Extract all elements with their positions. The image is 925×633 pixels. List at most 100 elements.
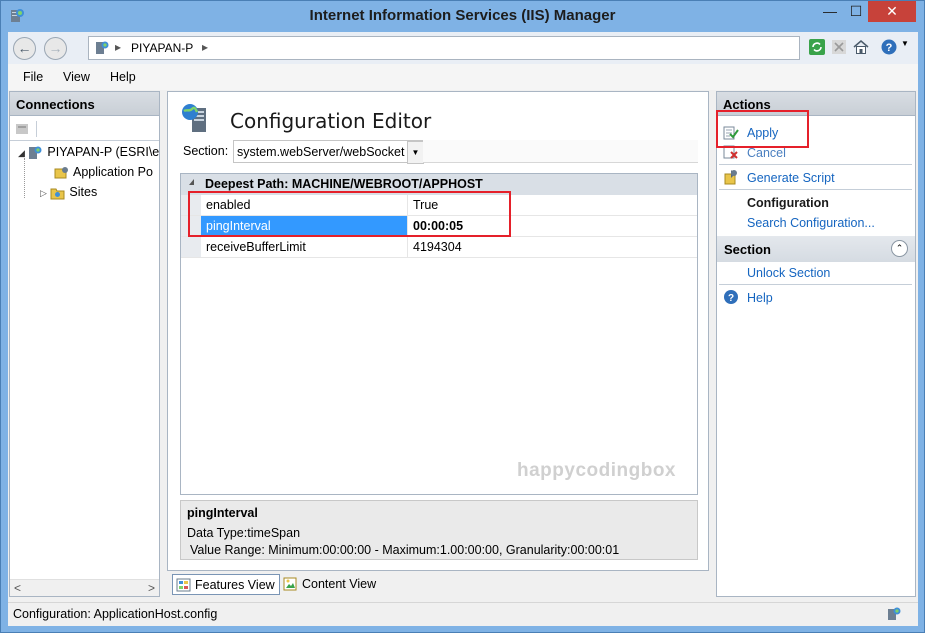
details-title: pingInterval bbox=[187, 506, 258, 520]
property-value[interactable]: 4194304 bbox=[409, 237, 697, 257]
tree-label-app-pools: Application Po bbox=[73, 165, 153, 179]
section-group-title: Section bbox=[724, 242, 771, 257]
stop-icon[interactable] bbox=[830, 38, 848, 56]
tree-guide-line bbox=[24, 158, 25, 198]
collapse-icon[interactable]: ⌃ bbox=[891, 240, 908, 257]
minimize-button[interactable]: — bbox=[817, 1, 843, 22]
scroll-right-icon[interactable]: > bbox=[148, 581, 155, 595]
status-text: Configuration: ApplicationHost.config bbox=[13, 607, 218, 621]
cancel-icon bbox=[723, 145, 738, 159]
page-title: Configuration Editor bbox=[230, 109, 432, 133]
connections-toolbar bbox=[10, 117, 159, 141]
svg-text:?: ? bbox=[728, 293, 734, 304]
actions-divider bbox=[719, 164, 912, 165]
section-dropdown-value: system.webServer/webSocket bbox=[237, 145, 405, 159]
details-data-type: Data Type:timeSpan bbox=[187, 526, 301, 540]
grid-row-ping-interval[interactable]: pingInterval 00:00:05 bbox=[181, 216, 697, 237]
tree-label-sites: Sites bbox=[69, 185, 98, 199]
tab-content-view[interactable]: Content View bbox=[280, 574, 380, 595]
help-action[interactable]: Help bbox=[747, 291, 773, 305]
tab-features-view[interactable]: Features View bbox=[172, 574, 280, 595]
features-view-icon bbox=[176, 578, 191, 592]
breadcrumb-separator: ▸ bbox=[115, 40, 122, 54]
property-value[interactable]: True bbox=[409, 195, 697, 215]
expand-arrow-icon[interactable]: ▷ bbox=[40, 188, 47, 198]
actions-panel: Actions Apply Cancel Generate Script Con… bbox=[716, 91, 916, 597]
grid-gutter bbox=[181, 195, 201, 215]
configuration-editor-icon bbox=[182, 104, 206, 132]
breadcrumb-separator[interactable]: ▸ bbox=[202, 40, 208, 54]
server-status-icon bbox=[888, 607, 901, 620]
tab-content-label: Content View bbox=[302, 577, 377, 591]
apply-icon bbox=[723, 126, 739, 140]
grid-gutter bbox=[181, 216, 201, 236]
grid-row-enabled[interactable]: enabled True bbox=[181, 195, 697, 216]
menu-file[interactable]: File bbox=[23, 70, 43, 84]
chevron-down-icon[interactable]: ▼ bbox=[407, 141, 424, 164]
property-name: receiveBufferLimit bbox=[201, 237, 408, 257]
tree-node-sites[interactable]: ▷ Sites bbox=[40, 185, 97, 200]
help-dropdown-icon[interactable]: ? bbox=[880, 38, 898, 56]
configuration-editor-panel: Configuration Editor Section: system.web… bbox=[167, 91, 709, 571]
section-row: Section: system.webServer/webSocket ▼ bbox=[181, 140, 698, 164]
section-group-header: Section ⌃ bbox=[717, 236, 915, 262]
server-icon bbox=[29, 146, 42, 159]
generate-script-icon bbox=[724, 170, 737, 185]
search-configuration-action[interactable]: Search Configuration... bbox=[747, 216, 875, 230]
client-area: ← → ▸ PIYAPAN-P ▸ ? ▼ File View Help Con… bbox=[8, 32, 918, 626]
address-row: ← → ▸ PIYAPAN-P ▸ ? ▼ bbox=[8, 32, 918, 64]
address-bar[interactable]: ▸ PIYAPAN-P ▸ bbox=[88, 36, 800, 60]
home-icon[interactable] bbox=[852, 38, 870, 56]
menu-bar: File View Help bbox=[8, 64, 918, 90]
section-row-fill bbox=[423, 140, 698, 163]
unlock-section-action[interactable]: Unlock Section bbox=[747, 266, 830, 280]
svg-text:?: ? bbox=[886, 42, 893, 54]
scroll-left-icon[interactable]: < bbox=[14, 581, 21, 595]
menu-view[interactable]: View bbox=[63, 70, 90, 84]
connections-header: Connections bbox=[10, 92, 159, 116]
create-connection-icon[interactable] bbox=[14, 121, 30, 137]
forward-button[interactable]: → bbox=[44, 37, 67, 60]
actions-header: Actions bbox=[717, 92, 915, 116]
refresh-icon[interactable] bbox=[808, 38, 826, 56]
generate-script-action[interactable]: Generate Script bbox=[747, 171, 835, 185]
section-dropdown[interactable]: system.webServer/webSocket ▼ bbox=[233, 140, 424, 164]
grid-row-receive-buffer-limit[interactable]: receiveBufferLimit 4194304 bbox=[181, 237, 697, 258]
collapse-triangle-icon[interactable] bbox=[189, 179, 194, 185]
grid-group-header[interactable]: Deepest Path: MACHINE/WEBROOT/APPHOST bbox=[181, 174, 697, 195]
maximize-button[interactable]: ☐ bbox=[843, 1, 869, 22]
iis-manager-window: Internet Information Services (IIS) Mana… bbox=[0, 0, 925, 633]
toolbar-divider bbox=[36, 121, 37, 137]
collapse-arrow-icon[interactable]: ◢ bbox=[18, 148, 25, 158]
window-title: Internet Information Services (IIS) Mana… bbox=[309, 7, 616, 24]
folder-icon bbox=[50, 188, 65, 200]
close-button[interactable]: ✕ bbox=[868, 1, 916, 22]
connections-horizontal-scrollbar[interactable]: < > bbox=[10, 579, 159, 596]
details-value-range: Value Range: Minimum:00:00:00 - Maximum:… bbox=[190, 543, 620, 557]
section-label: Section: bbox=[183, 144, 229, 158]
actions-divider bbox=[719, 284, 912, 285]
chevron-down-icon[interactable]: ▼ bbox=[901, 39, 909, 48]
cancel-action[interactable]: Cancel bbox=[747, 146, 786, 160]
menu-help[interactable]: Help bbox=[110, 70, 136, 84]
view-tabs: Features View Content View bbox=[167, 572, 709, 597]
configuration-group-title: Configuration bbox=[747, 196, 829, 210]
connections-panel: Connections ◢ PIYAPAN-P (ESRI\e Applicat… bbox=[9, 91, 160, 597]
title-bar: Internet Information Services (IIS) Mana… bbox=[1, 1, 924, 32]
property-name: enabled bbox=[201, 195, 408, 215]
tree-label-server: PIYAPAN-P (ESRI\e bbox=[47, 145, 160, 159]
server-icon bbox=[96, 41, 109, 54]
tree-node-app-pools[interactable]: Application Po bbox=[54, 165, 153, 180]
property-grid: Deepest Path: MACHINE/WEBROOT/APPHOST en… bbox=[180, 173, 698, 495]
content-view-icon bbox=[283, 577, 297, 591]
back-button[interactable]: ← bbox=[13, 37, 36, 60]
property-value[interactable]: 00:00:05 bbox=[409, 216, 697, 236]
tab-features-label: Features View bbox=[195, 578, 275, 592]
property-name: pingInterval bbox=[201, 216, 408, 236]
grid-group-title: Deepest Path: MACHINE/WEBROOT/APPHOST bbox=[205, 177, 483, 191]
help-icon: ? bbox=[724, 290, 738, 304]
apply-action[interactable]: Apply bbox=[747, 126, 778, 140]
tree-node-server[interactable]: ◢ PIYAPAN-P (ESRI\e bbox=[18, 145, 159, 160]
breadcrumb-piyapan[interactable]: PIYAPAN-P bbox=[131, 41, 193, 55]
watermark: happycodingbox bbox=[517, 460, 676, 481]
